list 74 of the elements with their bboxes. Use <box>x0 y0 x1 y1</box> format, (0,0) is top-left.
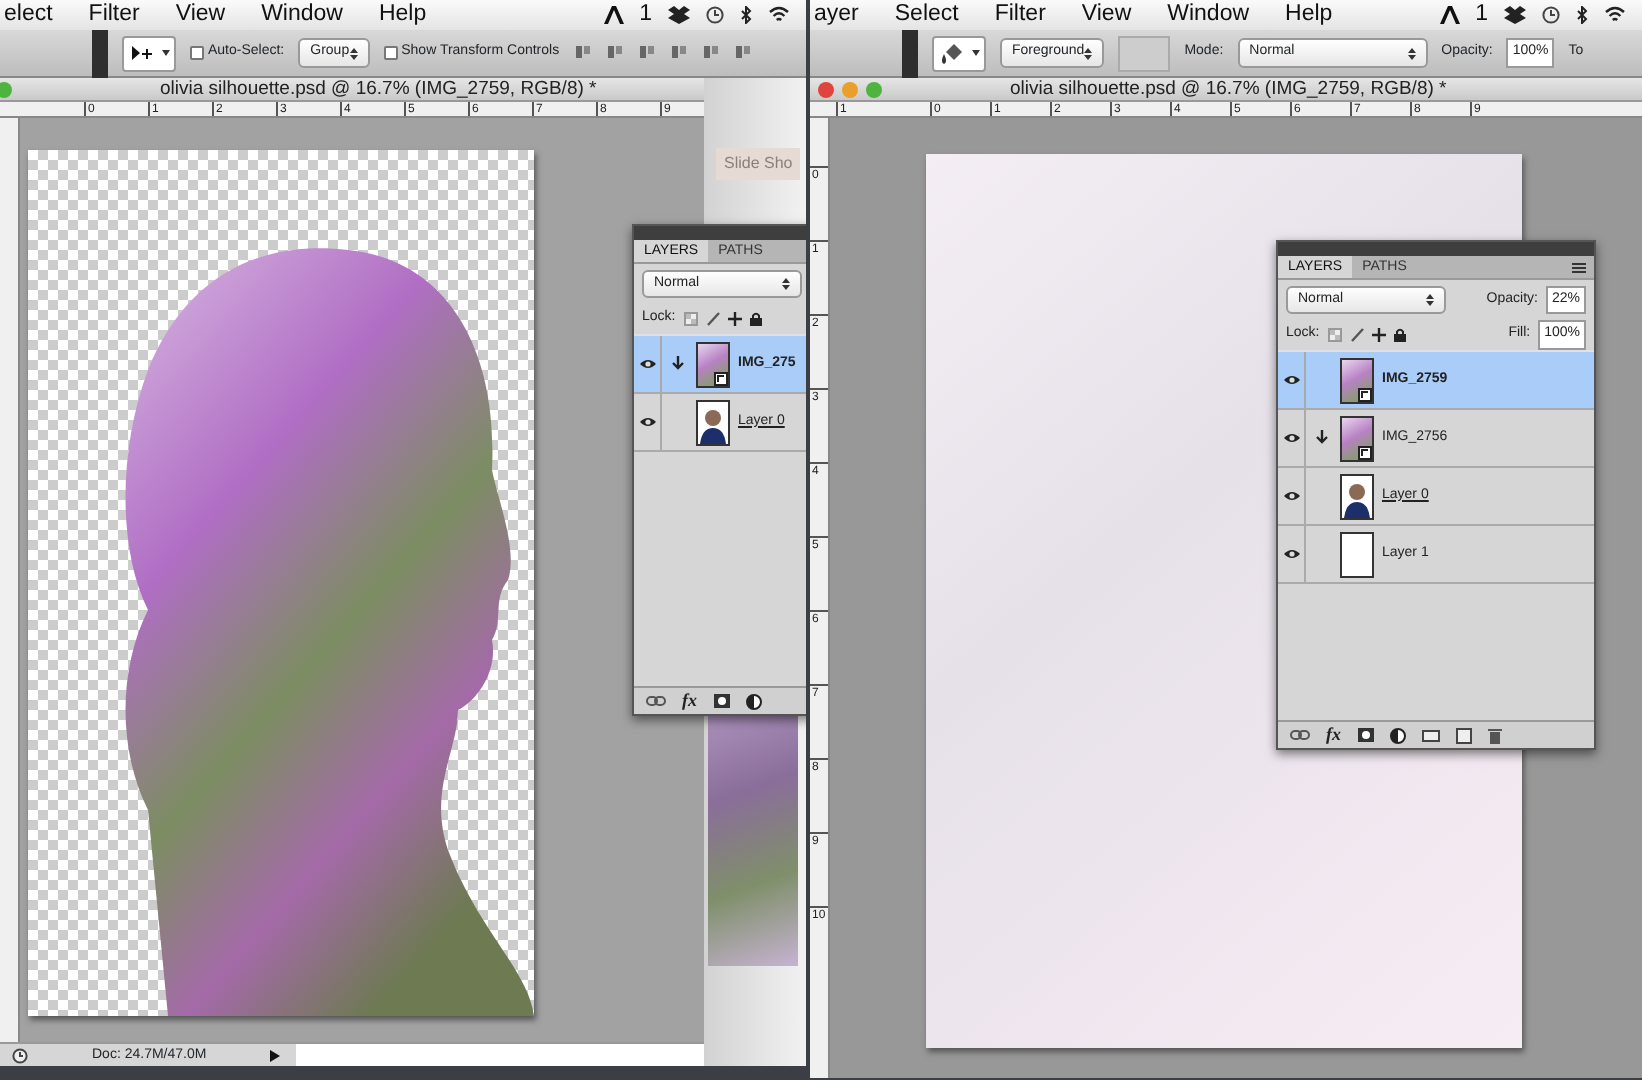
notification-count: 1 <box>1475 0 1488 30</box>
padlock-icon[interactable] <box>1393 328 1406 342</box>
pattern-swatch[interactable] <box>1118 35 1171 71</box>
bluetooth-icon[interactable] <box>1576 6 1588 24</box>
layer-thumbnail <box>1340 531 1374 577</box>
new-layer-icon[interactable] <box>1455 727 1471 743</box>
tool-button[interactable] <box>932 35 986 71</box>
brush-icon[interactable] <box>1349 328 1364 342</box>
window-title: olivia silhouette.psd @ 16.7% (IMG_2759, RGB/8) * <box>1010 77 1447 101</box>
eye-icon[interactable] <box>1281 372 1301 388</box>
clock-icon[interactable] <box>1542 6 1560 24</box>
mask-icon[interactable] <box>1357 728 1373 742</box>
brush-icon[interactable] <box>705 312 720 326</box>
toolbar-grip[interactable] <box>92 29 108 77</box>
align-icon[interactable] <box>733 44 752 62</box>
fx-button[interactable]: fx <box>1326 721 1341 749</box>
menu-item[interactable]: Filter <box>994 0 1046 30</box>
link-icon[interactable] <box>1290 730 1310 740</box>
eye-icon[interactable] <box>1281 488 1301 504</box>
folder-icon[interactable] <box>1421 728 1439 742</box>
align-icon[interactable] <box>637 44 656 62</box>
padlock-icon[interactable] <box>749 312 762 326</box>
eye-icon[interactable] <box>637 414 657 430</box>
align-icon[interactable] <box>669 44 688 62</box>
menu-item[interactable]: Window <box>1167 0 1250 30</box>
align-icon[interactable] <box>573 44 592 62</box>
align-icon[interactable] <box>605 44 624 62</box>
smart-object-icon <box>1358 445 1372 459</box>
menu-item[interactable]: Help <box>1285 0 1333 30</box>
menu-item[interactable]: View <box>1081 0 1132 30</box>
smart-object-icon <box>714 371 728 385</box>
updown-arrows-icon <box>1407 47 1416 59</box>
clock-icon[interactable] <box>12 1047 28 1063</box>
wifi-icon[interactable] <box>768 6 790 24</box>
toolbar-grip[interactable] <box>902 29 918 77</box>
paint-bucket-icon <box>939 41 963 65</box>
menu-item[interactable]: Filter <box>88 0 140 30</box>
menu-item[interactable]: Select <box>894 0 959 30</box>
align-icon[interactable] <box>701 44 720 62</box>
eye-icon[interactable] <box>1281 430 1301 446</box>
checker-icon[interactable] <box>683 312 698 326</box>
notification-count: 1 <box>639 0 652 30</box>
updown-arrows-icon <box>1426 294 1434 306</box>
move-arrows-icon[interactable] <box>1371 328 1386 342</box>
menu-item[interactable]: ayer <box>814 0 859 30</box>
play-icon[interactable] <box>270 1049 281 1061</box>
wifi-icon[interactable] <box>1604 6 1626 24</box>
updown-arrows-icon <box>1084 47 1093 59</box>
eye-icon[interactable] <box>637 356 657 372</box>
half-circle-icon[interactable] <box>1389 727 1405 743</box>
link-icon[interactable] <box>646 696 666 706</box>
half-circle-icon[interactable] <box>745 693 761 709</box>
clock-icon[interactable] <box>706 6 724 24</box>
menu-item[interactable]: Help <box>378 0 427 30</box>
bluetooth-icon[interactable] <box>740 6 752 24</box>
move-tool-icon <box>129 44 153 62</box>
eye-icon[interactable] <box>1281 546 1301 562</box>
window-title: olivia silhouette.psd @ 16.7% (IMG_2759, RGB/8) * <box>160 77 597 101</box>
menu-item[interactable]: View <box>175 0 226 30</box>
trash-icon[interactable] <box>1487 727 1501 743</box>
updown-arrows-icon <box>782 278 790 290</box>
tool-button[interactable] <box>122 35 176 71</box>
smart-object-icon <box>1358 387 1372 401</box>
menu-item[interactable]: Window <box>261 0 343 30</box>
fx-button[interactable]: fx <box>682 687 697 715</box>
horizontal-scrollbar[interactable] <box>296 1044 704 1066</box>
menu-item[interactable]: elect <box>4 0 53 30</box>
mask-icon[interactable] <box>713 694 729 708</box>
checker-icon[interactable] <box>1327 328 1342 342</box>
caret-icon <box>971 50 979 56</box>
updown-arrows-icon <box>349 47 358 59</box>
panel-menu-icon[interactable] <box>1572 261 1586 273</box>
move-arrows-icon[interactable] <box>727 312 742 326</box>
caret-icon <box>161 50 169 56</box>
